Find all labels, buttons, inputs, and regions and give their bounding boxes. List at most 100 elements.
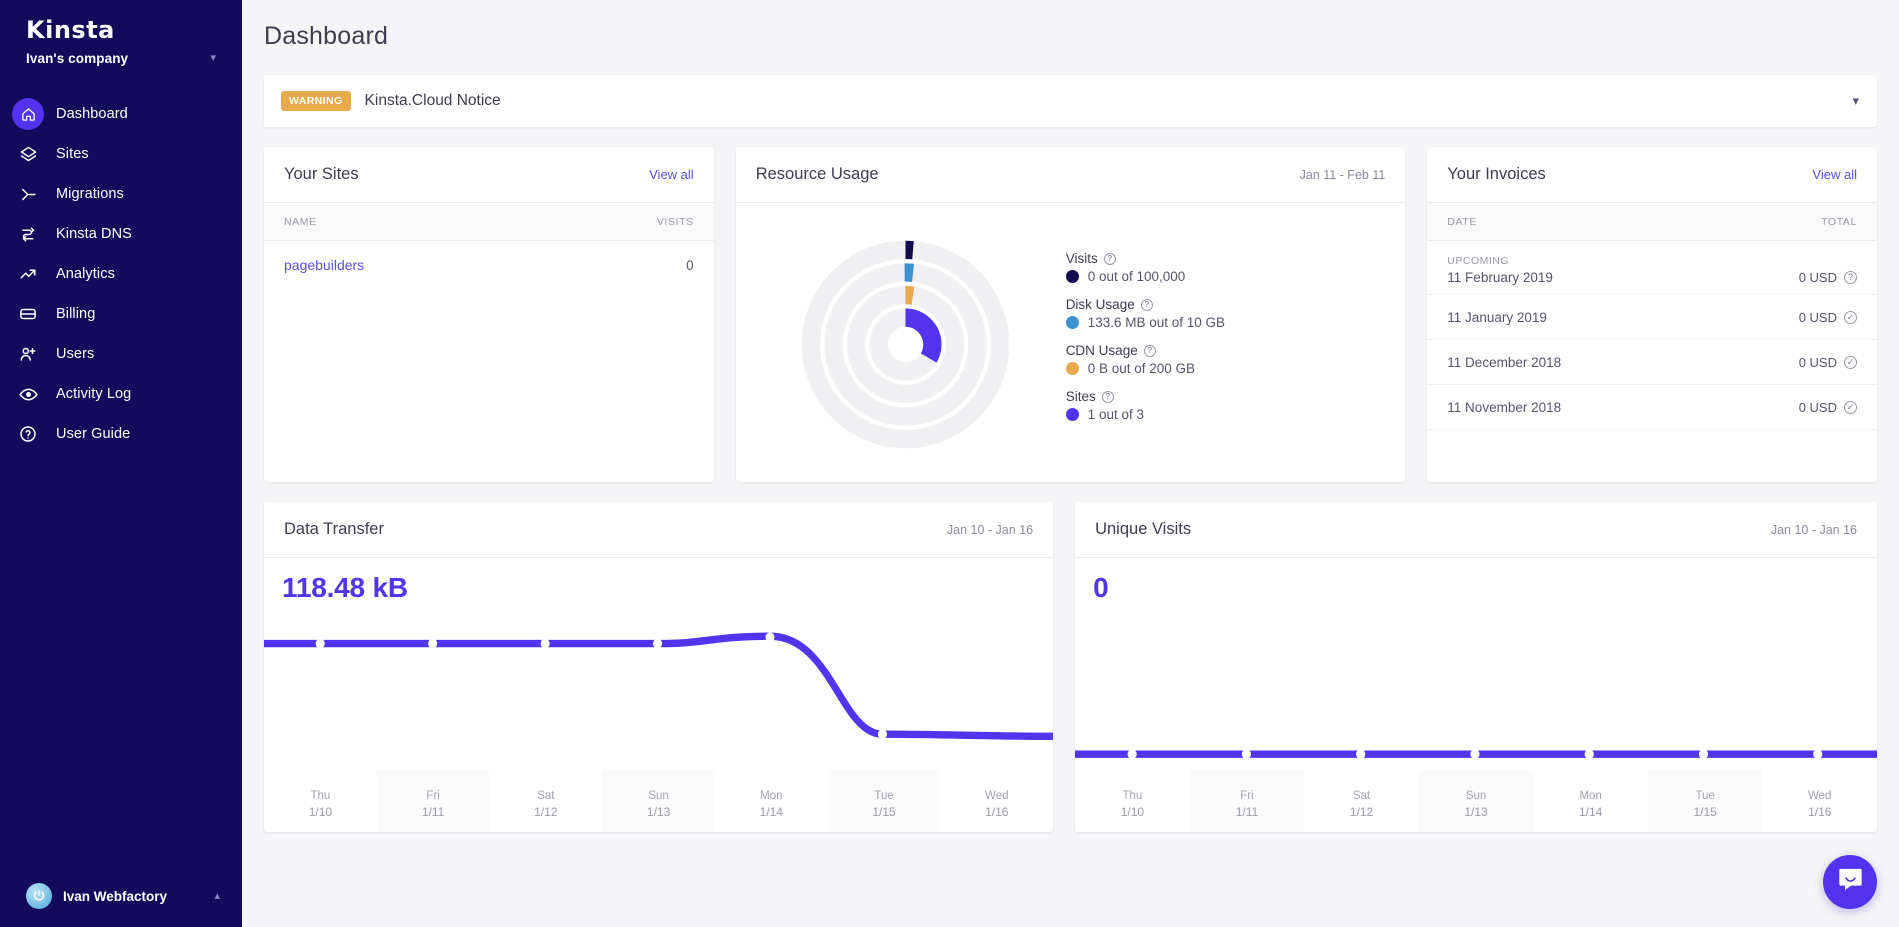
data-point[interactable] xyxy=(653,638,663,649)
x-tick-date: 1/15 xyxy=(872,804,896,819)
x-tick[interactable]: Mon 1/14 xyxy=(715,770,828,832)
sidebar-item-billing[interactable]: Billing xyxy=(0,294,242,334)
sidebar-item-migrations[interactable]: Migrations xyxy=(0,174,242,214)
question-circle-icon[interactable]: ? xyxy=(1143,344,1156,357)
invoice-row[interactable]: 11 December 2018 0 USD ✓ xyxy=(1427,340,1877,385)
card-title: Unique Visits xyxy=(1095,520,1192,538)
view-all-invoices-link[interactable]: View all xyxy=(1812,167,1857,182)
data-point[interactable] xyxy=(1813,749,1823,760)
x-tick[interactable]: Thu 1/10 xyxy=(264,770,377,832)
notice-title: Kinsta.Cloud Notice xyxy=(364,92,501,109)
avatar xyxy=(26,883,52,909)
view-all-sites-link[interactable]: View all xyxy=(649,167,694,182)
app-root: Kinsta Ivan's company ▾ Dashboard Sites xyxy=(0,0,1899,927)
invoice-row[interactable]: 11 January 2019 0 USD ✓ xyxy=(1427,295,1877,340)
company-name: Ivan's company xyxy=(26,51,129,66)
x-tick-date: 1/11 xyxy=(1235,804,1259,819)
chart-plot-area xyxy=(1071,612,1881,770)
table-header: DATE TOTAL xyxy=(1427,203,1877,241)
check-circle-icon: ✓ xyxy=(1843,400,1857,414)
x-tick[interactable]: Fri 1/11 xyxy=(376,770,490,832)
x-tick-day: Mon xyxy=(760,789,783,802)
data-point-markers xyxy=(1127,749,1823,760)
site-name-link[interactable]: pagebuilders xyxy=(284,257,364,273)
x-tick-date: 1/13 xyxy=(646,804,671,819)
sidebar-item-users[interactable]: Users xyxy=(0,334,242,374)
card-header: Your Invoices View all xyxy=(1427,147,1877,203)
chat-smile-icon xyxy=(1837,866,1864,898)
table-row[interactable]: pagebuilders 0 xyxy=(264,241,714,289)
company-switcher[interactable]: Ivan's company ▾ xyxy=(0,42,242,66)
column-header-date: DATE xyxy=(1447,215,1477,228)
question-circle-icon[interactable]: ? xyxy=(1140,298,1153,311)
trending-up-icon xyxy=(12,258,44,290)
x-tick[interactable]: Sun 1/13 xyxy=(1418,770,1534,832)
chevron-down-icon[interactable]: ▾ xyxy=(1852,93,1859,109)
your-sites-card: Your Sites View all NAME VISITS pagebuil… xyxy=(264,147,714,482)
question-circle-icon[interactable]: ? xyxy=(1103,252,1116,265)
data-point[interactable] xyxy=(1241,749,1252,760)
date-range-label: Jan 11 - Feb 11 xyxy=(1299,167,1386,182)
data-point[interactable] xyxy=(765,632,775,643)
x-tick[interactable]: Fri 1/11 xyxy=(1189,770,1305,832)
x-tick-day: Tue xyxy=(1695,789,1715,802)
data-point[interactable] xyxy=(1470,749,1480,760)
sidebar-item-label: Users xyxy=(56,346,95,362)
check-circle-icon: ✓ xyxy=(1843,355,1857,369)
column-header-total: TOTAL xyxy=(1821,215,1857,228)
kinsta-logo: Kinsta xyxy=(26,16,115,44)
x-tick[interactable]: Sat 1/12 xyxy=(1304,770,1419,832)
x-tick[interactable]: Tue 1/15 xyxy=(1647,770,1763,832)
card-header: Your Sites View all xyxy=(264,147,714,203)
data-transfer-card: Data Transfer Jan 10 - Jan 16 118.48 kB xyxy=(260,502,1057,832)
sidebar-item-user-guide[interactable]: User Guide xyxy=(0,414,242,454)
invoice-row[interactable]: UPCOMING 11 February 2019 0 USD ? xyxy=(1427,241,1877,295)
invoice-row[interactable]: 11 November 2018 0 USD ✓ xyxy=(1427,385,1877,430)
intercom-chat-button[interactable] xyxy=(1823,855,1877,909)
sidebar-item-activity-log[interactable]: Activity Log xyxy=(0,374,242,414)
data-point[interactable] xyxy=(1356,749,1366,760)
data-point[interactable] xyxy=(1127,749,1137,760)
x-tick-day: Fri xyxy=(426,789,440,802)
legend-color-dot xyxy=(1065,362,1079,375)
legend-color-dot xyxy=(1065,270,1079,283)
resource-usage-donut-chart xyxy=(756,217,1056,472)
chart-plot-area xyxy=(260,612,1057,770)
sidebar-item-label: Billing xyxy=(56,306,96,322)
x-tick[interactable]: Sat 1/12 xyxy=(489,770,602,832)
sidebar-item-analytics[interactable]: Analytics xyxy=(0,254,242,294)
question-circle-icon[interactable]: ? xyxy=(1843,271,1857,284)
x-tick[interactable]: Tue 1/15 xyxy=(827,770,941,832)
sidebar-item-sites[interactable]: Sites xyxy=(0,134,242,174)
data-point[interactable] xyxy=(1698,749,1709,760)
data-point[interactable] xyxy=(877,729,887,740)
notice-banner[interactable]: WARNING Kinsta.Cloud Notice ▾ xyxy=(264,75,1877,127)
legend-color-dot xyxy=(1065,316,1079,329)
sidebar-item-dashboard[interactable]: Dashboard xyxy=(0,94,242,134)
status-badge: WARNING xyxy=(281,91,351,111)
layers-icon xyxy=(12,138,44,170)
invoice-date: 11 November 2018 xyxy=(1447,399,1562,415)
data-point[interactable] xyxy=(540,638,550,649)
x-tick[interactable]: Wed 1/16 xyxy=(940,770,1053,832)
x-tick-day: Fri xyxy=(1240,789,1254,802)
dns-shuffle-icon xyxy=(12,218,44,250)
x-tick-day: Thu xyxy=(310,789,331,802)
x-tick[interactable]: Sun 1/13 xyxy=(602,770,715,832)
page-title: Dashboard xyxy=(264,22,389,50)
sidebar-item-kinsta-dns[interactable]: Kinsta DNS xyxy=(0,214,242,254)
x-tick[interactable]: Wed 1/16 xyxy=(1762,770,1877,832)
x-axis: Thu 1/10 Fri 1/11 Sat 1/12 Sun 1/13 Mon … xyxy=(264,770,1053,832)
question-circle-icon[interactable]: ? xyxy=(1101,390,1114,403)
x-tick-date: 1/12 xyxy=(1349,804,1374,819)
data-point[interactable] xyxy=(428,638,438,649)
x-tick-date: 1/14 xyxy=(759,804,783,819)
data-point[interactable] xyxy=(315,638,325,649)
x-tick[interactable]: Thu 1/10 xyxy=(1075,770,1190,832)
data-point[interactable] xyxy=(1584,749,1594,760)
brand-block: Kinsta xyxy=(0,0,242,42)
x-tick[interactable]: Mon 1/14 xyxy=(1533,770,1648,832)
unique-visits-total: 0 xyxy=(1093,572,1109,603)
sidebar-user-menu[interactable]: Ivan Webfactory ▴ xyxy=(0,865,242,927)
x-tick-day: Wed xyxy=(1808,789,1832,802)
